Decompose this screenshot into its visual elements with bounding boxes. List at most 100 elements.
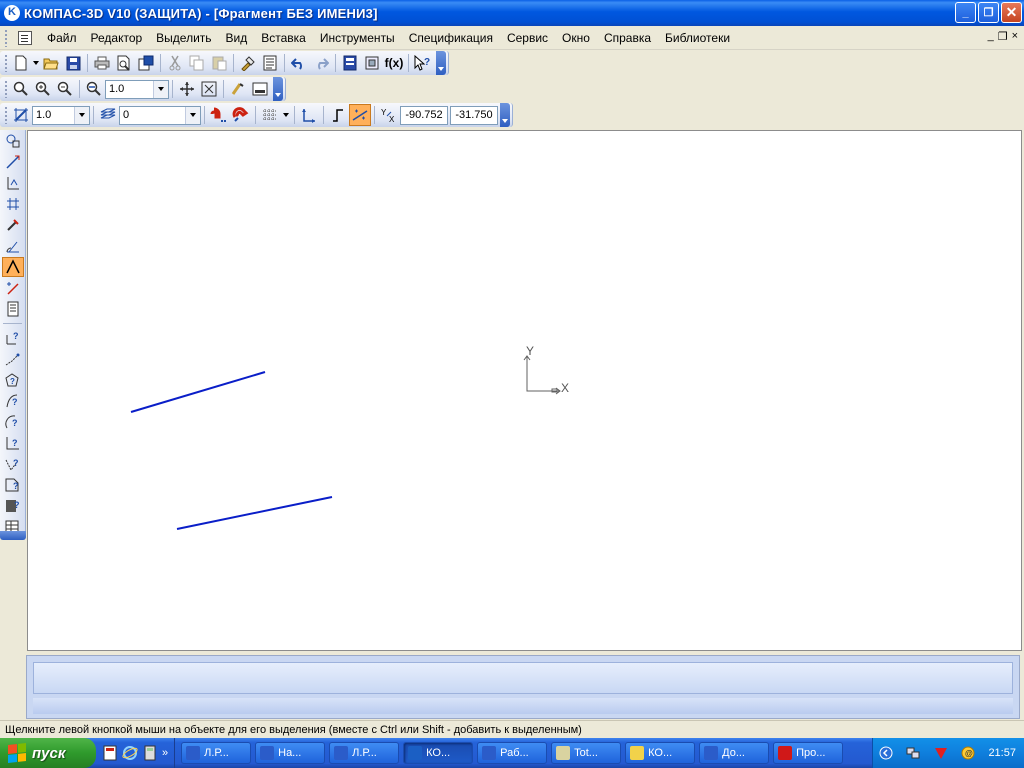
internet-explorer-icon[interactable] [122, 745, 138, 761]
close-button[interactable]: ✕ [1001, 2, 1022, 23]
select-points-icon[interactable] [2, 349, 24, 369]
start-button[interactable]: пуск [0, 738, 96, 768]
dropdown-arrow-icon[interactable] [281, 104, 291, 126]
taskbar-button[interactable]: Раб... [477, 742, 548, 764]
menubar-grip[interactable] [4, 28, 8, 47]
coord-y-field[interactable]: -31.750 [450, 105, 498, 125]
menu-help[interactable]: Справка [597, 27, 658, 49]
clock[interactable]: 21:57 [988, 747, 1016, 759]
coord-x-field[interactable]: -90.752 [400, 105, 448, 125]
kompas-app-icon[interactable] [4, 5, 20, 21]
select-local-cs-icon[interactable]: ? [2, 328, 24, 348]
grid-icon[interactable] [259, 104, 281, 126]
taskbar-button[interactable]: Л.Р... [329, 742, 400, 764]
drawing-canvas[interactable]: Y X [27, 130, 1022, 651]
undo-icon[interactable] [288, 52, 310, 74]
kompas-launch-icon[interactable] [102, 745, 118, 761]
toolbar-options-button[interactable] [436, 51, 446, 75]
select-hatch-icon[interactable]: ? [2, 496, 24, 516]
menu-libraries[interactable]: Библиотеки [658, 27, 737, 49]
redo-icon[interactable] [310, 52, 332, 74]
screen-layout-icon[interactable] [249, 78, 271, 100]
tray-expand-icon[interactable] [879, 746, 893, 760]
menu-tools[interactable]: Инструменты [313, 27, 402, 49]
pan-icon[interactable] [176, 78, 198, 100]
editing-icon[interactable] [2, 194, 24, 214]
zoom-window-icon[interactable] [10, 78, 32, 100]
select-arc-icon[interactable]: ? [2, 412, 24, 432]
minimize-button[interactable]: _ [955, 2, 976, 23]
print-icon[interactable] [91, 52, 113, 74]
drawn-line-segment[interactable] [130, 371, 266, 413]
taskbar-button[interactable]: На... [255, 742, 326, 764]
select-area-icon[interactable]: ? [2, 475, 24, 495]
cursor-coords-icon[interactable]: YX [378, 104, 400, 126]
paste-icon[interactable] [208, 52, 230, 74]
cut-icon[interactable] [164, 52, 186, 74]
doc-close-button[interactable]: × [1012, 30, 1018, 43]
round-mode-icon[interactable] [349, 104, 371, 126]
doc-minimize-button[interactable]: _ [988, 30, 994, 43]
document-icon[interactable] [18, 30, 32, 45]
menu-specification[interactable]: Спецификация [402, 27, 500, 49]
taskbar-button[interactable]: Л.Р... [181, 742, 252, 764]
local-snap-icon[interactable] [208, 104, 230, 126]
select-polyline-icon[interactable]: ? [2, 454, 24, 474]
toolbar-grip[interactable] [4, 80, 8, 98]
ortho-mode-icon[interactable] [327, 104, 349, 126]
associations-icon[interactable] [2, 278, 24, 298]
zoom-out-icon[interactable] [54, 78, 76, 100]
layers-icon[interactable] [97, 104, 119, 126]
spec-icon[interactable] [2, 299, 24, 319]
chevron-down-icon[interactable] [185, 106, 200, 124]
menu-insert[interactable]: Вставка [254, 27, 313, 49]
menu-select[interactable]: Выделить [149, 27, 218, 49]
toolbar-grip[interactable] [4, 106, 8, 124]
quick-launch-overflow[interactable]: » [162, 747, 168, 759]
selection-icon[interactable] [2, 257, 24, 277]
toolbar-options-button[interactable] [273, 77, 283, 101]
dropdown-arrow-icon[interactable] [32, 52, 40, 74]
zoom-scale-icon[interactable] [83, 78, 105, 100]
new-icon[interactable] [10, 52, 32, 74]
taskbar-button[interactable]: Tot... [551, 742, 622, 764]
menu-window[interactable]: Окно [555, 27, 597, 49]
doc-restore-button[interactable]: ❐ [998, 30, 1008, 43]
local-cs-icon[interactable] [298, 104, 320, 126]
layer-select[interactable]: 0 [119, 105, 201, 125]
parametrization-icon[interactable] [2, 215, 24, 235]
format-brush-icon[interactable] [237, 52, 259, 74]
dimensions-icon[interactable] [2, 152, 24, 172]
taskbar-button[interactable]: До... [699, 742, 770, 764]
library-icon[interactable] [361, 52, 383, 74]
taskbar-button[interactable]: КО... [625, 742, 696, 764]
cursor-step-icon[interactable] [10, 104, 32, 126]
select-contour-icon[interactable]: ? [2, 370, 24, 390]
menu-service[interactable]: Сервис [500, 27, 555, 49]
geometry-icon[interactable] [2, 131, 24, 151]
designations-icon[interactable] [2, 173, 24, 193]
chevron-down-icon[interactable] [74, 106, 89, 124]
refresh-image-icon[interactable] [227, 78, 249, 100]
archive-icon[interactable] [135, 52, 157, 74]
menu-file[interactable]: Файл [40, 27, 84, 49]
global-snap-icon[interactable] [230, 104, 252, 126]
restore-button[interactable]: ❐ [978, 2, 999, 23]
select-angle-icon[interactable]: ? [2, 433, 24, 453]
taskbar-button[interactable]: Про... [773, 742, 844, 764]
help-cursor-icon[interactable]: ? [412, 52, 434, 74]
copy-icon[interactable] [186, 52, 208, 74]
cursor-step-select[interactable]: 1.0 [32, 105, 90, 125]
toolbar-options-button[interactable] [500, 103, 510, 127]
toolbar-grip[interactable] [4, 54, 8, 72]
properties-icon[interactable] [259, 52, 281, 74]
save-icon[interactable] [62, 52, 84, 74]
measurements-icon[interactable] [2, 236, 24, 256]
manager-icon[interactable] [339, 52, 361, 74]
zoom-scale-select[interactable]: 1.0 [105, 79, 169, 99]
menu-editor[interactable]: Редактор [84, 27, 150, 49]
network-icon[interactable] [906, 746, 920, 760]
print-preview-icon[interactable] [113, 52, 135, 74]
toolbar-options-button[interactable] [0, 531, 26, 540]
chevron-down-icon[interactable] [153, 80, 168, 98]
